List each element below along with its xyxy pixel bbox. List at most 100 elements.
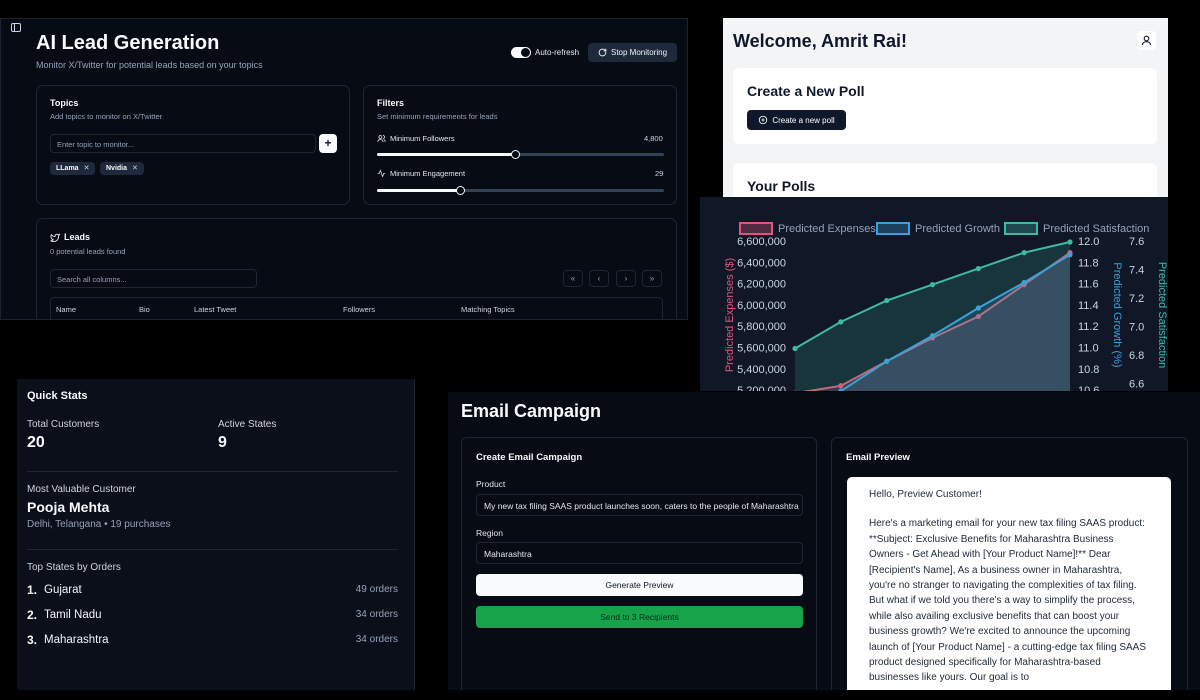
topics-subtitle: Add topics to monitor on X/Twitter	[50, 112, 163, 121]
slider-fill	[377, 189, 461, 192]
filters-card: Filters Set minimum requirements for lea…	[363, 85, 677, 205]
leads-title-text: Leads	[64, 232, 91, 242]
user-menu-button[interactable]	[1137, 31, 1156, 50]
product-input[interactable]: My new tax filing SAAS product launches …	[476, 494, 803, 516]
most-valuable-label: Most Valuable Customer	[27, 484, 136, 495]
state-orders: 34 orders	[355, 634, 398, 645]
left-axis-tick: 5,600,000	[737, 343, 786, 355]
email-preview-card: Email Preview Hello, Preview Customer! H…	[831, 437, 1188, 690]
legend-label: Predicted Growth	[915, 223, 1000, 235]
send-button[interactable]: Send to 3 Recipients	[476, 606, 803, 628]
your-polls-card: Your Polls	[733, 163, 1157, 200]
create-poll-label: Create a new poll	[772, 115, 835, 125]
data-point	[1021, 250, 1027, 256]
right2-axis-tick: 7.0	[1129, 322, 1144, 334]
total-customers-value: 20	[27, 434, 45, 451]
min-followers-value: 4,800	[644, 134, 663, 143]
email-preview-content: Hello, Preview Customer! Here's a market…	[847, 477, 1171, 690]
leads-title: Leads	[50, 232, 90, 242]
generate-preview-button[interactable]: Generate Preview	[476, 574, 803, 596]
right-axis-tick: 11.0	[1078, 343, 1099, 355]
auto-refresh-toggle[interactable]	[511, 47, 531, 58]
min-engagement-text: Minimum Engagement	[390, 169, 466, 178]
topics-title: Topics	[50, 98, 79, 108]
right-axis-tick: 12.0	[1078, 236, 1099, 248]
data-point	[838, 319, 844, 325]
remove-chip-icon[interactable]: ✕	[84, 165, 90, 172]
plus-circle-icon	[759, 115, 768, 125]
auto-refresh-label: Auto-refresh	[535, 48, 580, 57]
add-topic-button[interactable]: +	[319, 134, 337, 153]
first-page-button[interactable]: «	[563, 270, 583, 287]
min-engagement-slider[interactable]	[377, 186, 664, 195]
left-axis-label: Predicted Expenses ($)	[724, 258, 736, 372]
region-label: Region	[476, 528, 503, 538]
create-poll-button[interactable]: Create a new poll	[747, 110, 846, 130]
left-axis-tick: 5,400,000	[737, 364, 786, 376]
column-header[interactable]: Followers	[343, 305, 375, 314]
min-followers-text: Minimum Followers	[390, 134, 455, 143]
state-name: Gujarat	[44, 584, 82, 596]
column-header[interactable]: Name	[56, 305, 76, 314]
column-header[interactable]: Bio	[139, 305, 150, 314]
legend-label: Predicted Satisfaction	[1043, 223, 1149, 235]
state-row: 3. Maharashtra 34 orders	[27, 633, 398, 649]
create-campaign-title: Create Email Campaign	[476, 452, 583, 463]
right-axis-tick: 11.4	[1078, 300, 1099, 312]
topic-chip: Nvidia ✕	[100, 162, 144, 175]
leads-table-header: Name Bio Latest Tweet Followers Matching…	[50, 297, 663, 319]
chip-label: Nvidia	[106, 165, 128, 172]
state-orders: 49 orders	[355, 584, 398, 595]
forecast-chart-panel: 6,600,000 6,400,000 6,200,000 6,000,000 5,80…	[700, 197, 1168, 391]
left-axis-tick: 6,600,000	[737, 236, 786, 248]
state-rank: 3.	[27, 633, 38, 647]
users-icon	[377, 135, 386, 142]
state-rank: 1.	[27, 583, 38, 597]
min-followers-label: Minimum Followers	[377, 134, 455, 143]
slider-handle[interactable]	[456, 186, 466, 195]
create-poll-card: Create a New Poll Create a new poll	[733, 68, 1157, 144]
email-preview-title: Email Preview	[846, 452, 910, 463]
right-axis-tick: 11.2	[1078, 321, 1099, 333]
right2-axis-tick: 7.6	[1129, 236, 1144, 248]
your-polls-title: Your Polls	[747, 178, 816, 194]
mvc-meta: Delhi, Telangana • 19 purchases	[27, 519, 171, 530]
topic-chip: LLama ✕	[50, 162, 96, 175]
remove-chip-icon[interactable]: ✕	[132, 165, 138, 172]
left-axis-tick: 5,200,000	[737, 385, 786, 391]
last-page-button[interactable]: »	[642, 270, 662, 287]
right-axis-tick: 10.8	[1078, 364, 1099, 376]
region-input[interactable]: Maharashtra	[476, 542, 803, 564]
next-page-button[interactable]: ›	[616, 270, 636, 287]
min-engagement-label: Minimum Engagement	[377, 169, 465, 178]
slider-handle[interactable]	[510, 150, 520, 159]
total-customers-label: Total Customers	[27, 419, 100, 430]
email-campaign-panel: Email Campaign Create Email Campaign Pro…	[448, 392, 1200, 690]
user-icon	[1141, 35, 1152, 46]
mvc-name: Pooja Mehta	[27, 499, 110, 515]
right-axis-tick: 11.6	[1078, 279, 1099, 291]
quick-stats-title: Quick Stats	[27, 390, 88, 402]
prev-page-button[interactable]: ‹	[589, 270, 609, 287]
column-header[interactable]: Matching Topics	[461, 305, 515, 314]
search-input[interactable]: Search all columns...	[50, 269, 257, 288]
right-axis-tick: 11.8	[1078, 257, 1099, 269]
min-engagement-value: 29	[655, 169, 664, 178]
welcome-heading: Welcome, Amrit Rai!	[733, 31, 908, 51]
stop-monitoring-button[interactable]: Stop Monitoring	[588, 43, 677, 62]
twitter-icon	[50, 232, 60, 242]
min-followers-slider[interactable]	[377, 150, 664, 159]
topic-input[interactable]: Enter topic to monitor...	[50, 134, 316, 153]
activity-icon	[377, 169, 386, 178]
divider	[27, 549, 398, 550]
filters-subtitle: Set minimum requirements for leads	[377, 112, 498, 121]
right2-axis-tick: 7.4	[1129, 265, 1144, 277]
state-row: 1. Gujarat 49 orders	[27, 583, 398, 599]
data-point	[975, 266, 981, 272]
column-header[interactable]: Latest Tweet	[194, 305, 236, 314]
product-label: Product	[476, 479, 506, 489]
page-title: AI Lead Generation	[36, 32, 220, 54]
sidebar-toggle-icon[interactable]	[11, 23, 21, 32]
left-axis-tick: 6,000,000	[737, 300, 786, 312]
right2-axis-label: Predicted Satisfaction	[1156, 262, 1168, 368]
